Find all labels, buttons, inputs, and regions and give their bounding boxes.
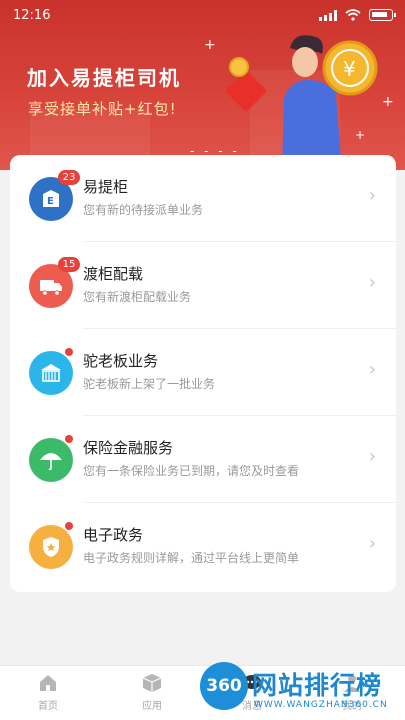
chevron-right-icon: ›	[368, 533, 376, 554]
gold-coin-icon	[229, 57, 249, 77]
list-item[interactable]: 电子政务电子政务规则详解，通过平台线上更简单 ›	[10, 503, 396, 590]
list-item-title: 驼老板业务	[83, 352, 159, 370]
hero-banner[interactable]: 12:16 加入易提柜司机 享受接单补贴+红包! + + + - - - - ¥	[0, 0, 405, 170]
driver-illustration: ¥	[282, 35, 378, 170]
status-time: 12:16	[13, 8, 51, 23]
count-badge: 15	[58, 257, 80, 272]
svg-text:¥: ¥	[343, 57, 356, 81]
watermark: 360 网站排行榜 WWW.WANGZHAN360.CN	[200, 662, 405, 720]
watermark-text: 网站排行榜	[252, 671, 383, 700]
hero-title: 加入易提柜司机	[27, 66, 181, 90]
list-item[interactable]: 15 渡柜配载您有新渡柜配载业务 ›	[10, 242, 396, 329]
tab-apps[interactable]: 应用	[122, 672, 182, 712]
unread-dot	[65, 435, 73, 443]
tab-home[interactable]: 首页	[18, 672, 78, 712]
watermark-logo: 360	[200, 662, 248, 710]
tab-label: 首页	[38, 701, 58, 712]
chevron-right-icon: ›	[368, 359, 376, 380]
home-icon	[40, 675, 56, 691]
list-item-description: 您有一条保险业务已到期，请您及时查看	[83, 464, 300, 478]
watermark-url: WWW.WANGZHAN360.CN	[254, 700, 388, 710]
cube-icon	[142, 674, 162, 692]
business-list-card: E 23 易提柜 您有新的待接派单业务 › 15 渡柜配载 您有新渡柜配载业务 › 驼老板业务 驼老…	[10, 155, 396, 592]
umbrella-icon	[29, 438, 73, 482]
hero-subtitle: 享受接单补贴+红包!	[28, 100, 177, 118]
list-item-title: 渡柜配载	[83, 265, 144, 283]
unread-dot	[65, 348, 73, 356]
sparkle-icon: +	[204, 37, 216, 53]
list-item-description: 您有新渡柜配载业务	[83, 290, 192, 304]
count-badge: 23	[58, 170, 80, 185]
list-item-description: 驼老板新上架了一批业务	[83, 377, 216, 391]
svg-text:E: E	[47, 196, 54, 207]
sparkle-icon: +	[382, 94, 394, 110]
signal-icon	[319, 9, 337, 21]
chevron-right-icon: ›	[368, 272, 376, 293]
battery-icon	[369, 9, 396, 21]
list-item-title: 易提柜	[83, 178, 129, 196]
store-icon	[29, 351, 73, 395]
tab-label: 应用	[142, 701, 162, 712]
list-item-description: 您有新的待接派单业务	[83, 203, 204, 217]
list-item[interactable]: 驼老板业务驼老板新上架了一批业务 ›	[10, 329, 396, 416]
list-item[interactable]: E 23 易提柜您有新的待接派单业务 ›	[10, 155, 396, 242]
list-item-title: 保险金融服务	[83, 439, 174, 457]
chevron-right-icon: ›	[368, 446, 376, 467]
chevron-right-icon: ›	[368, 185, 376, 206]
wifi-icon	[345, 9, 361, 21]
list-item-title: 电子政务	[83, 526, 144, 544]
list-item[interactable]: 保险金融服务您有一条保险业务已到期，请您及时查看 ›	[10, 416, 396, 503]
unread-dot	[65, 522, 73, 530]
shield-star-icon	[29, 525, 73, 569]
list-item-description: 电子政务规则详解，通过平台线上更简单	[83, 551, 300, 565]
